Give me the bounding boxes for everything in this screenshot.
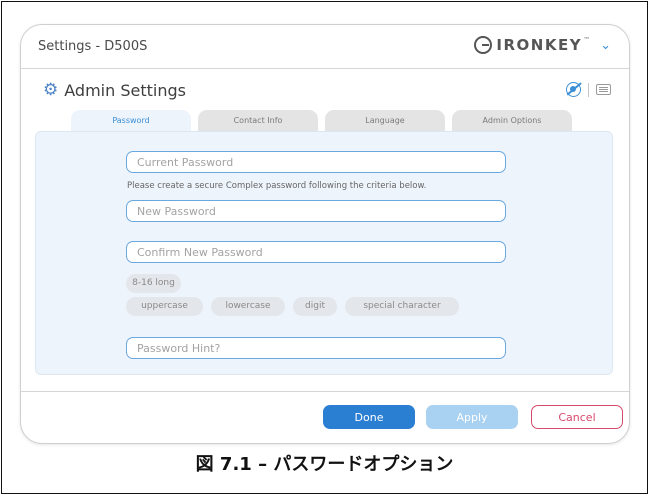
criteria-special-character: special character: [345, 297, 459, 316]
password-hint-input[interactable]: [126, 337, 506, 359]
figure-caption: 図 7.1 – パスワードオプション: [195, 454, 454, 475]
footer-divider: [21, 391, 629, 392]
keyboard-icon[interactable]: [596, 84, 611, 95]
brand-name: IRONKEY: [496, 36, 583, 54]
new-password-input[interactable]: [126, 200, 506, 222]
tab-password[interactable]: Password: [71, 110, 191, 133]
criteria-note: Please create a secure Complex password …: [127, 181, 427, 191]
gear-icon: ⚙: [43, 79, 59, 100]
header-tools: [566, 82, 611, 97]
criteria-lowercase: lowercase: [211, 297, 285, 316]
apply-button[interactable]: Apply: [426, 405, 518, 429]
eye-slash-icon[interactable]: [566, 82, 581, 97]
brand-menu[interactable]: IRONKEY ™ ⌄: [474, 36, 611, 54]
window-title: Settings - D500S: [38, 39, 148, 54]
criteria-length: 8-16 long: [126, 274, 181, 293]
brand-trademark: ™: [583, 36, 591, 44]
password-panel: Please create a secure Complex password …: [35, 131, 613, 375]
title-bar: Settings - D500S IRONKEY ™ ⌄: [21, 25, 629, 69]
tab-contact-info[interactable]: Contact Info: [198, 110, 318, 132]
current-password-input[interactable]: [126, 151, 506, 173]
cancel-button[interactable]: Cancel: [531, 405, 623, 429]
section-header: ⚙ Admin Settings: [43, 79, 186, 101]
page-title: Admin Settings: [64, 80, 186, 100]
criteria-digit: digit: [293, 297, 337, 316]
divider: [588, 82, 589, 97]
done-button[interactable]: Done: [323, 405, 415, 429]
chevron-down-icon[interactable]: ⌄: [600, 38, 611, 53]
settings-window: Settings - D500S IRONKEY ™ ⌄ ⚙ Admin Set…: [20, 24, 630, 444]
confirm-password-input[interactable]: [126, 241, 506, 263]
tab-admin-options[interactable]: Admin Options: [452, 110, 572, 132]
criteria-uppercase: uppercase: [126, 297, 203, 316]
ironkey-logo-icon: [474, 36, 493, 54]
tab-language[interactable]: Language: [325, 110, 445, 132]
